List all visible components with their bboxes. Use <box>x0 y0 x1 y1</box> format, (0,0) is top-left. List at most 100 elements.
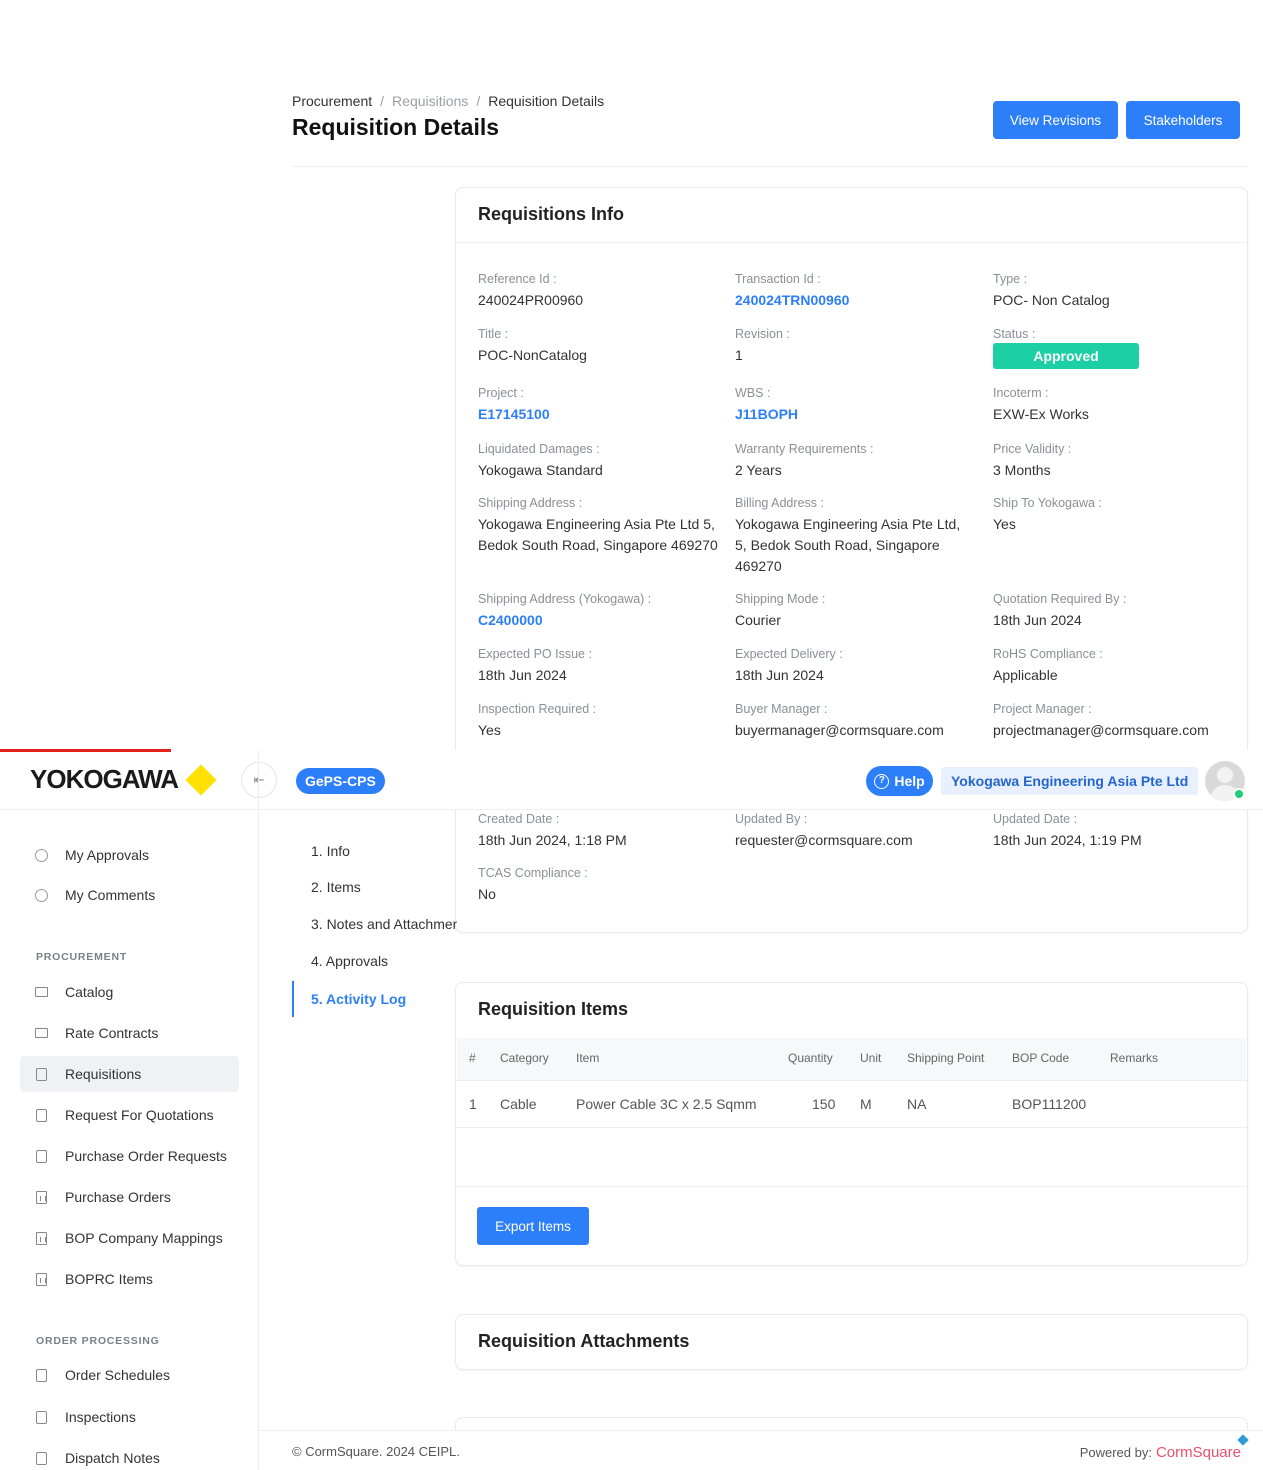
requisition-attachments-card: Requisition Attachments <box>455 1314 1248 1370</box>
collapse-sidebar-button[interactable]: ⇤ <box>241 762 277 798</box>
sidebar-item-bop-company-mappings[interactable]: BOP Company Mappings <box>20 1220 239 1256</box>
breadcrumb-requisitions[interactable]: Requisitions <box>392 93 468 109</box>
field-label: Incoterm : <box>993 386 1049 400</box>
field-label: Reference Id : <box>478 272 557 286</box>
field-link[interactable]: J11BOPH <box>735 404 975 425</box>
info-field: Liquidated Damages : Yokogawa Standard <box>478 441 718 481</box>
sidebar-item-label: Purchase Order Requests <box>65 1148 227 1164</box>
row-divider <box>456 1127 1247 1128</box>
info-field: Updated Date : 18th Jun 2024, 1:19 PM <box>993 811 1233 851</box>
column-header: Quantity <box>788 1051 833 1065</box>
cell-unit: M <box>860 1096 872 1112</box>
breadcrumb-separator: / <box>476 93 481 109</box>
field-label: Warranty Requirements : <box>735 442 874 456</box>
header-divider <box>292 166 1247 167</box>
sidebar-item-inspections[interactable]: Inspections <box>20 1399 239 1435</box>
help-button[interactable]: ? Help <box>866 766 933 796</box>
sidebar-item-my-approvals[interactable]: My Approvals <box>20 837 239 873</box>
info-field: Type : POC- Non Catalog <box>993 271 1233 311</box>
sidebar-item-po-requests[interactable]: Purchase Order Requests <box>20 1138 239 1174</box>
field-label: Inspection Required : <box>478 702 597 716</box>
field-value: Applicable <box>993 667 1058 683</box>
field-value: 18th Jun 2024, 1:19 PM <box>993 832 1142 848</box>
view-revisions-button[interactable]: View Revisions <box>993 101 1118 139</box>
document-icon <box>34 1108 48 1122</box>
field-label: Billing Address : <box>735 496 824 510</box>
field-value: No <box>478 886 496 902</box>
field-value: Courier <box>735 612 781 628</box>
breadcrumb-separator: / <box>380 93 385 109</box>
export-items-button[interactable]: Export Items <box>477 1207 589 1245</box>
field-label: WBS : <box>735 386 771 400</box>
toc-info[interactable]: 1. Info <box>311 843 457 859</box>
field-label: Project : <box>478 386 524 400</box>
document-icon <box>34 1067 48 1081</box>
sidebar-item-order-schedules[interactable]: Order Schedules <box>20 1357 239 1393</box>
calendar-icon <box>34 1368 48 1382</box>
field-value: Yokogawa Engineering Asia Pte Ltd, 5, Be… <box>735 516 961 574</box>
info-field: Status : Approved <box>993 326 1233 369</box>
row-divider <box>456 1080 1247 1081</box>
field-value: projectmanager@cormsquare.com <box>993 722 1209 738</box>
info-field: Quotation Required By : 18th Jun 2024 <box>993 591 1233 631</box>
status-badge: Approved <box>993 343 1139 369</box>
field-link[interactable]: E17145100 <box>478 404 718 425</box>
sidebar-item-dispatch-notes[interactable]: Dispatch Notes <box>20 1440 239 1470</box>
sidebar-item-label: Dispatch Notes <box>65 1450 160 1466</box>
info-field: RoHS Compliance : Applicable <box>993 646 1233 686</box>
sidebar-border <box>258 750 259 1470</box>
breadcrumb: Procurement / Requisitions / Requisition… <box>292 93 604 109</box>
document-icon <box>34 1149 48 1163</box>
field-label: Buyer Manager : <box>735 702 828 716</box>
info-field: Price Validity : 3 Months <box>993 441 1233 481</box>
column-header: Category <box>500 1051 549 1065</box>
powered-by-label: Powered by: <box>1079 1445 1152 1460</box>
field-link[interactable]: C2400000 <box>478 610 718 631</box>
sidebar-item-my-comments[interactable]: My Comments <box>20 877 239 913</box>
field-label: Status : <box>993 327 1036 341</box>
info-field: Expected Delivery : 18th Jun 2024 <box>735 646 975 686</box>
field-value: 2 Years <box>735 462 782 478</box>
app-badge[interactable]: GePS-CPS <box>296 768 385 794</box>
info-field: Shipping Mode : Courier <box>735 591 975 631</box>
field-label: Project Manager : <box>993 702 1092 716</box>
column-header: BOP Code <box>1012 1051 1070 1065</box>
sidebar-item-purchase-orders[interactable]: Purchase Orders <box>20 1179 239 1215</box>
cell-quantity: 150 <box>812 1096 836 1112</box>
sidebar-item-catalog[interactable]: Catalog <box>20 974 239 1010</box>
sidebar-item-label: My Approvals <box>65 847 150 863</box>
toc-activity-log[interactable]: 5. Activity Log <box>311 991 457 1007</box>
sidebar-item-rfq[interactable]: Request For Quotations <box>20 1097 239 1133</box>
field-label: Quotation Required By : <box>993 592 1127 606</box>
sidebar-item-rate-contracts[interactable]: Rate Contracts <box>20 1015 239 1051</box>
toc-active-indicator <box>292 981 294 1017</box>
field-label: Title : <box>478 327 509 341</box>
cormsquare-logo[interactable]: CormSquare <box>1156 1444 1241 1461</box>
breadcrumb-procurement[interactable]: Procurement <box>292 93 372 109</box>
info-field: Ship To Yokogawa : Yes <box>993 495 1233 535</box>
toc-notes-attachments[interactable]: 3. Notes and Attachments <box>311 916 457 932</box>
sidebar-item-label: My Comments <box>65 887 156 903</box>
field-label: Updated Date : <box>993 812 1078 826</box>
field-value: Yes <box>993 516 1016 532</box>
sidebar-item-requisitions[interactable]: Requisitions <box>20 1056 239 1092</box>
sidebar-item-label: Inspections <box>65 1409 136 1425</box>
sidebar-item-boprc-items[interactable]: BOPRC Items <box>20 1261 239 1297</box>
column-header: Shipping Point <box>907 1051 985 1065</box>
info-field: TCAS Compliance : No <box>478 865 718 905</box>
toc-items[interactable]: 2. Items <box>311 879 457 895</box>
column-header: # <box>469 1051 476 1065</box>
stakeholders-button[interactable]: Stakeholders <box>1126 101 1240 139</box>
sidebar-item-label: Requisitions <box>65 1066 142 1082</box>
info-field: Inspection Required : Yes <box>478 701 718 741</box>
breadcrumb-current: Requisition Details <box>488 93 605 109</box>
company-selector[interactable]: Yokogawa Engineering Asia Pte Ltd <box>941 767 1199 795</box>
requisitions-info-card: Requisitions Info Reference Id : 240024PR… <box>455 187 1248 933</box>
field-value: requester@cormsquare.com <box>735 832 913 848</box>
info-field: Project : E17145100 <box>478 385 718 425</box>
field-label: Created Date : <box>478 812 560 826</box>
card-title: Requisitions Info <box>478 204 624 224</box>
toc-approvals[interactable]: 4. Approvals <box>311 953 457 969</box>
field-link[interactable]: 240024TRN00960 <box>735 290 975 311</box>
yokogawa-logo[interactable]: YOKOGAWA <box>30 764 179 795</box>
